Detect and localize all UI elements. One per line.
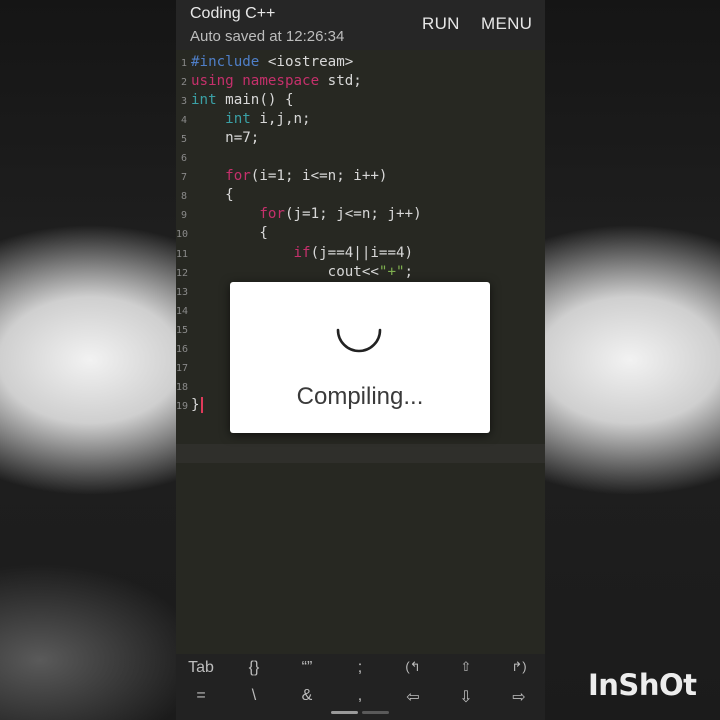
code-text: }	[191, 396, 203, 415]
code-text: int i,j,n;	[191, 110, 311, 129]
current-line-highlight	[176, 444, 545, 463]
code-text: if(j==4||i==4)	[191, 244, 414, 263]
code-token: std;	[319, 73, 362, 90]
line-number: 16	[176, 343, 189, 355]
code-token: using	[191, 73, 234, 90]
extra-key[interactable]: (↰	[393, 659, 433, 675]
code-token: }	[191, 396, 200, 413]
code-token: cout<<	[191, 263, 379, 280]
code-token: (j=1; j<=n; j++)	[284, 206, 422, 223]
code-token: {	[191, 225, 268, 242]
autosave-status: Auto saved at 12:26:34	[190, 28, 345, 45]
compiling-dialog: Compiling...	[230, 282, 490, 433]
code-text: int main() {	[191, 91, 294, 110]
code-token: (j==4||i==4)	[310, 244, 414, 261]
code-token: int	[191, 92, 217, 109]
extra-key[interactable]: =	[181, 687, 221, 705]
code-line[interactable]: 8 {	[176, 186, 545, 205]
run-button[interactable]: RUN	[422, 14, 460, 34]
line-number: 1	[180, 58, 187, 69]
code-token: {	[191, 187, 234, 204]
menu-button[interactable]: MENU	[481, 14, 532, 34]
extra-key[interactable]: \	[234, 687, 274, 705]
extra-key[interactable]: Tab	[181, 659, 221, 677]
line-number: 9	[180, 210, 187, 222]
code-token: ;	[404, 263, 414, 280]
app-title: Coding C++	[190, 5, 276, 22]
line-number: 15	[176, 324, 189, 336]
code-token: for	[259, 206, 285, 223]
extra-key[interactable]: ;	[340, 659, 380, 677]
code-text: for(j=1; j<=n; j++)	[191, 205, 422, 224]
extra-key[interactable]: {}	[234, 659, 274, 677]
line-number: 4	[180, 115, 187, 127]
inshot-watermark: InShOt	[588, 668, 697, 702]
home-indicator-right	[362, 711, 389, 714]
line-number: 12	[176, 267, 189, 279]
line-number: 2	[180, 77, 187, 89]
code-text: using namespace std;	[191, 72, 362, 91]
extra-key[interactable]: ,	[340, 687, 380, 705]
extra-key[interactable]: ⇧	[446, 659, 486, 675]
code-token: "+"	[378, 263, 405, 280]
code-token: #include	[191, 54, 260, 70]
line-number: 11	[176, 248, 189, 260]
code-line[interactable]: 2 using namespace std;	[176, 72, 545, 91]
text-cursor	[200, 396, 203, 413]
code-text: {	[191, 224, 268, 243]
code-line[interactable]: 11 if(j==4||i==4)	[176, 244, 545, 263]
line-number: 5	[180, 134, 187, 146]
extra-key[interactable]: ⇨	[499, 687, 539, 707]
home-indicator-left	[331, 711, 358, 714]
code-token: for	[225, 168, 251, 185]
line-number: 7	[180, 172, 187, 184]
code-token: if	[293, 244, 311, 261]
code-token: (i=1; i<=n; i++)	[250, 168, 388, 185]
code-token: int	[225, 111, 251, 128]
code-token: main() {	[216, 92, 294, 109]
line-number: 14	[176, 305, 189, 317]
code-line[interactable]: 7 for(i=1; i<=n; i++)	[176, 167, 545, 186]
code-token: n=7;	[191, 130, 260, 147]
compiling-message: Compiling...	[296, 383, 424, 410]
code-line[interactable]: 1 #include <iostream>	[176, 53, 545, 72]
line-number: 3	[180, 96, 187, 108]
code-line[interactable]: 10 {	[176, 224, 545, 243]
line-number: 18	[176, 381, 189, 393]
extra-key[interactable]: ↱)	[499, 659, 539, 675]
extra-keys-bar: Tab {} “”; (↰ ⇧ ↱) = \ &, ⇦ ⇩ ⇨	[176, 654, 545, 720]
line-number: 8	[180, 191, 187, 203]
code-text: {	[191, 186, 234, 205]
line-number: 6	[180, 153, 187, 165]
code-line[interactable]: 4 int i,j,n;	[176, 110, 545, 129]
extra-key[interactable]: &	[287, 687, 327, 705]
code-text: n=7;	[191, 129, 259, 148]
extra-key[interactable]: “”	[287, 659, 327, 677]
app-bar: Coding C++ Auto saved at 12:26:34 RUN ME…	[176, 0, 545, 50]
code-text: for(i=1; i<=n; i++)	[191, 167, 387, 186]
line-number: 10	[176, 229, 189, 241]
code-line[interactable]: 6	[176, 148, 545, 167]
code-text: cout<<"+";	[191, 263, 413, 282]
code-line[interactable]: 9 for(j=1; j<=n; j++)	[176, 205, 545, 224]
line-number: 17	[176, 362, 189, 374]
code-line[interactable]: 12 cout<<"+";	[176, 263, 545, 282]
code-line[interactable]: 3 int main() {	[176, 91, 545, 110]
code-line[interactable]: 5 n=7;	[176, 129, 545, 148]
code-token: namespace	[242, 73, 320, 90]
extra-key[interactable]: ⇦	[393, 687, 433, 707]
loading-spinner-icon	[336, 328, 382, 353]
line-number: 19	[176, 400, 189, 412]
code-token: <iostream>	[259, 54, 354, 70]
line-number: 13	[176, 286, 189, 298]
code-token: i,j,n;	[250, 111, 311, 128]
code-text: #include <iostream>	[191, 53, 353, 72]
extra-key[interactable]: ⇩	[446, 687, 486, 707]
